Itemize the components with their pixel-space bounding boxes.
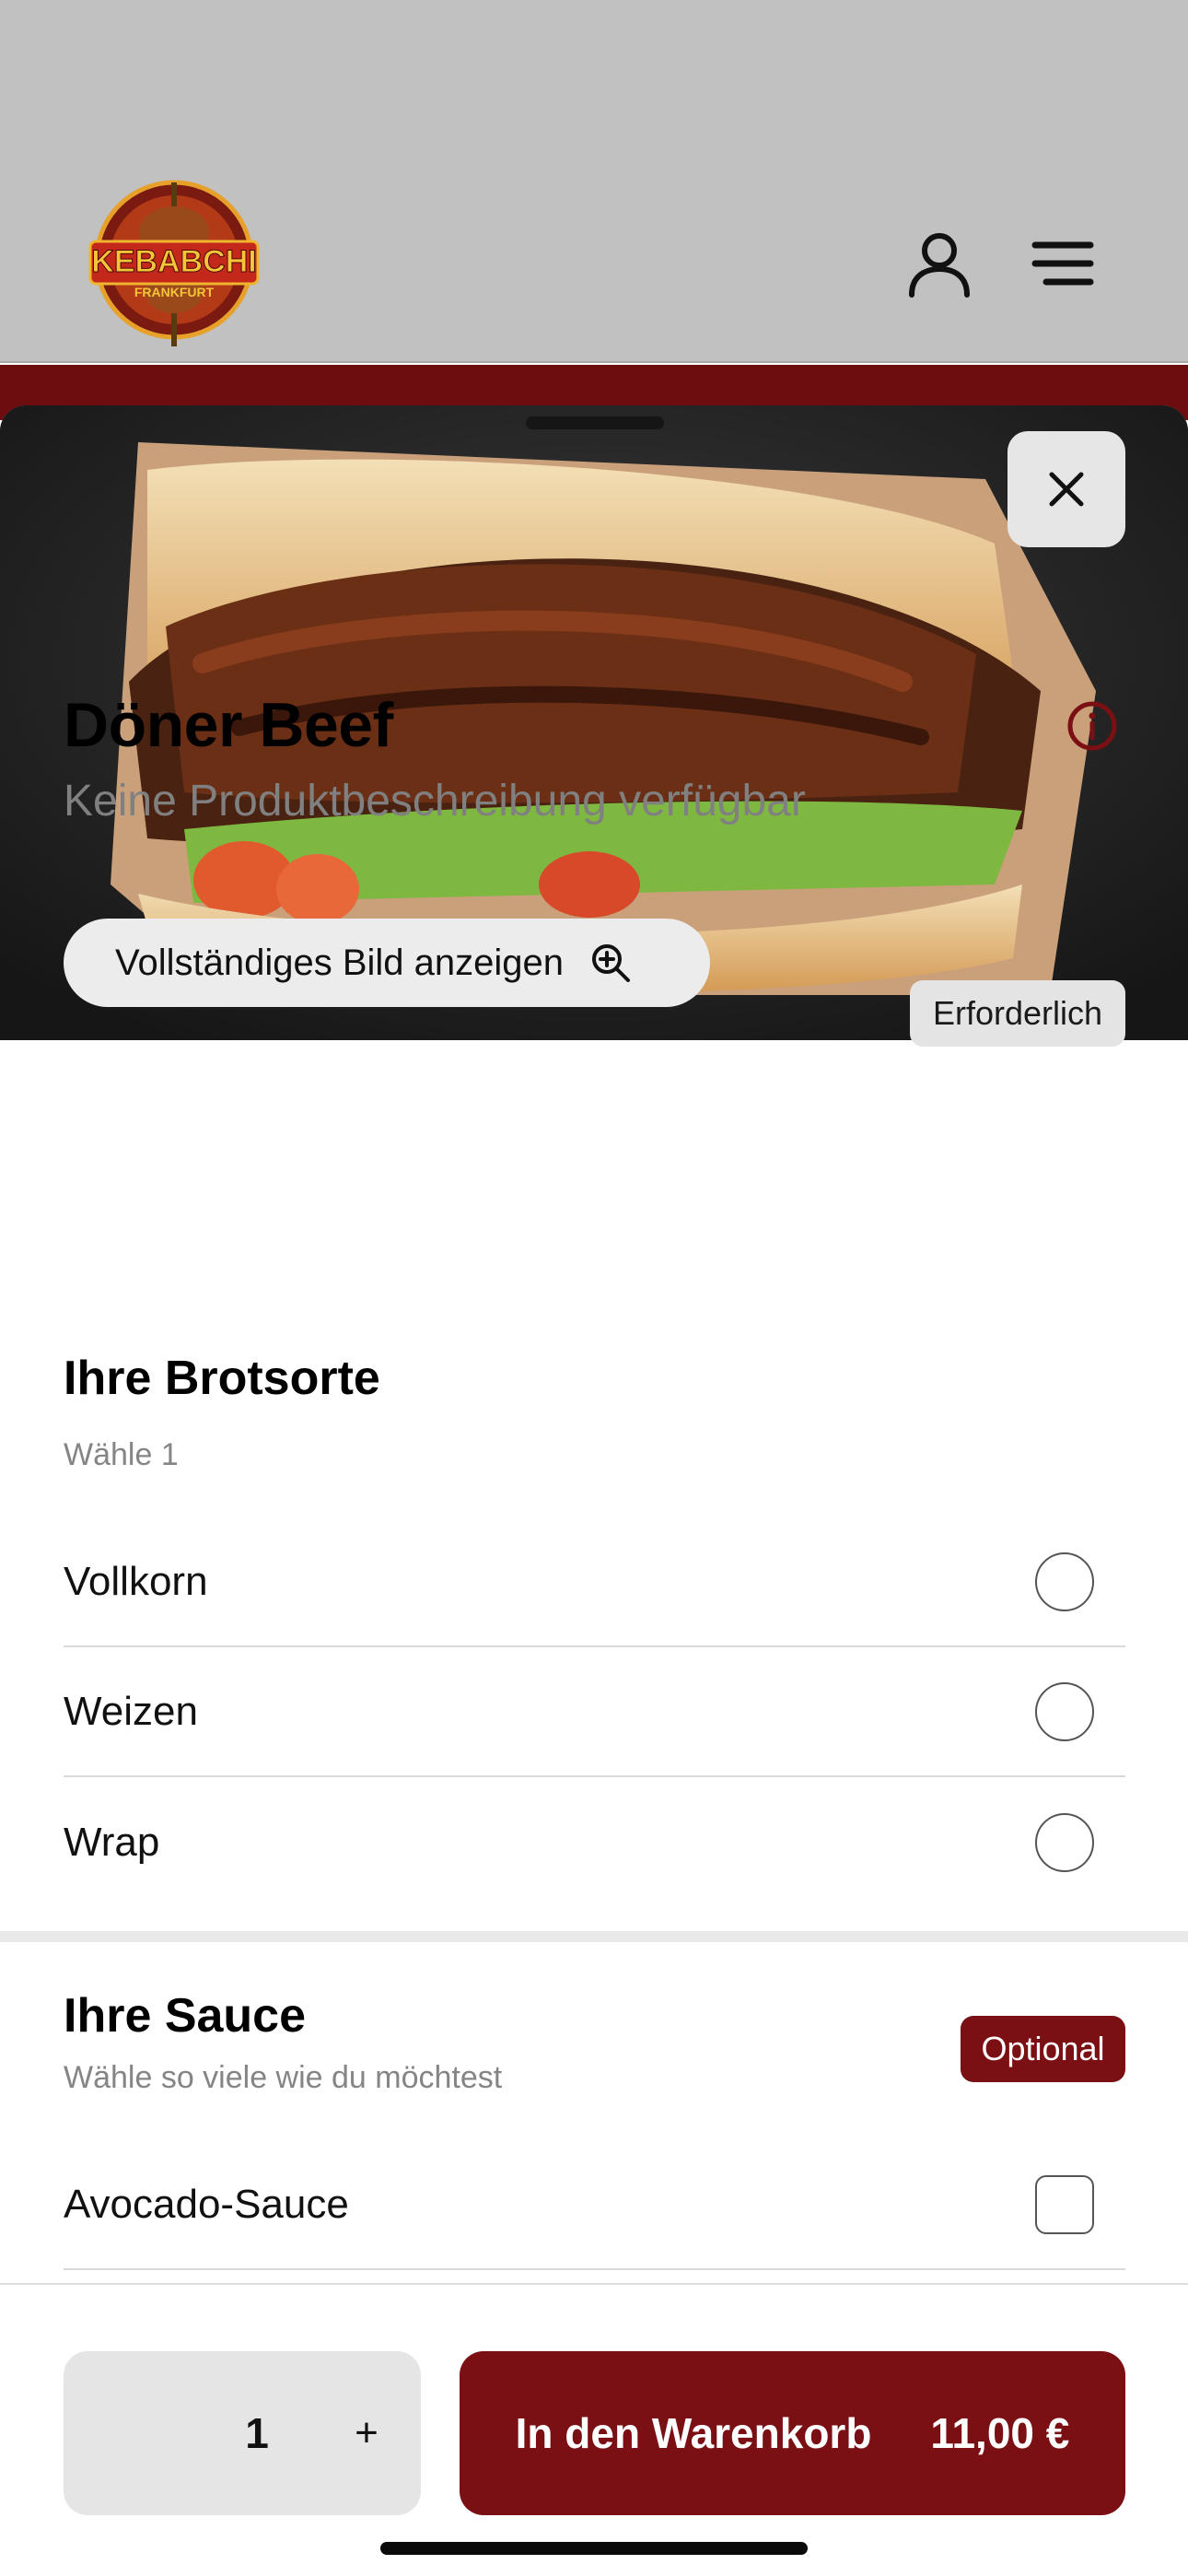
bread-option-weizen[interactable]: Weizen bbox=[64, 1648, 1125, 1777]
add-to-cart-label: In den Warenkorb bbox=[515, 2409, 872, 2457]
view-full-image-label: Vollständiges Bild anzeigen bbox=[115, 942, 565, 983]
radio-button[interactable] bbox=[1035, 1552, 1094, 1611]
radio-button[interactable] bbox=[1035, 1813, 1094, 1872]
add-to-cart-bar: 1 + In den Warenkorb 11,00 € bbox=[0, 2283, 1188, 2576]
bread-option-vollkorn[interactable]: Vollkorn bbox=[64, 1518, 1125, 1647]
info-button[interactable] bbox=[1066, 700, 1118, 752]
bread-option-wrap[interactable]: Wrap bbox=[64, 1778, 1125, 1907]
radio-button[interactable] bbox=[1035, 1682, 1094, 1741]
product-title: Döner Beef bbox=[64, 690, 393, 760]
info-icon bbox=[1067, 701, 1117, 751]
section-separator bbox=[0, 1931, 1188, 1942]
menu-button[interactable] bbox=[1028, 228, 1098, 299]
svg-text:FRANKFURT: FRANKFURT bbox=[134, 285, 215, 299]
sauce-section-title: Ihre Sauce bbox=[64, 1989, 307, 2043]
zoom-in-icon bbox=[592, 944, 631, 982]
home-indicator[interactable] bbox=[380, 2542, 808, 2555]
app-header: KEBABCHI FRANKFURT bbox=[0, 0, 1188, 363]
profile-button[interactable] bbox=[904, 228, 974, 299]
option-label: Vollkorn bbox=[64, 1559, 208, 1604]
view-full-image-button[interactable]: Vollständiges Bild anzeigen bbox=[64, 919, 710, 1007]
person-icon bbox=[909, 233, 970, 298]
optional-badge: Optional bbox=[961, 2016, 1125, 2082]
checkbox[interactable] bbox=[1035, 2175, 1094, 2234]
sauce-section-hint: Wähle so viele wie du möchtest bbox=[64, 2060, 503, 2095]
option-label: Wrap bbox=[64, 1820, 160, 1865]
svg-text:KEBABCHI: KEBABCHI bbox=[91, 244, 256, 279]
close-button[interactable] bbox=[1007, 431, 1125, 547]
quantity-stepper: 1 + bbox=[64, 2351, 421, 2515]
option-label: Weizen bbox=[64, 1689, 198, 1734]
sauce-option-avocado[interactable]: Avocado-Sauce bbox=[64, 2141, 1125, 2270]
add-to-cart-button[interactable]: In den Warenkorb 11,00 € bbox=[460, 2351, 1125, 2515]
product-description: Keine Produktbeschreibung verfügbar bbox=[64, 777, 806, 825]
quantity-value: 1 bbox=[245, 2409, 269, 2457]
kebab-logo-icon: KEBABCHI FRANKFURT bbox=[88, 180, 260, 346]
price-label: 11,00 € bbox=[930, 2409, 1070, 2457]
close-icon bbox=[1049, 472, 1084, 507]
increment-button[interactable]: + bbox=[327, 2394, 406, 2473]
hamburger-menu-icon bbox=[1031, 241, 1094, 286]
required-badge: Erforderlich bbox=[910, 980, 1125, 1047]
bread-section-title: Ihre Brotsorte bbox=[64, 1352, 380, 1405]
option-label: Avocado-Sauce bbox=[64, 2182, 349, 2227]
brand-logo[interactable]: KEBABCHI FRANKFURT bbox=[88, 175, 260, 350]
sheet-grabber[interactable] bbox=[526, 416, 664, 429]
bread-section-hint: Wähle 1 bbox=[64, 1437, 179, 1472]
